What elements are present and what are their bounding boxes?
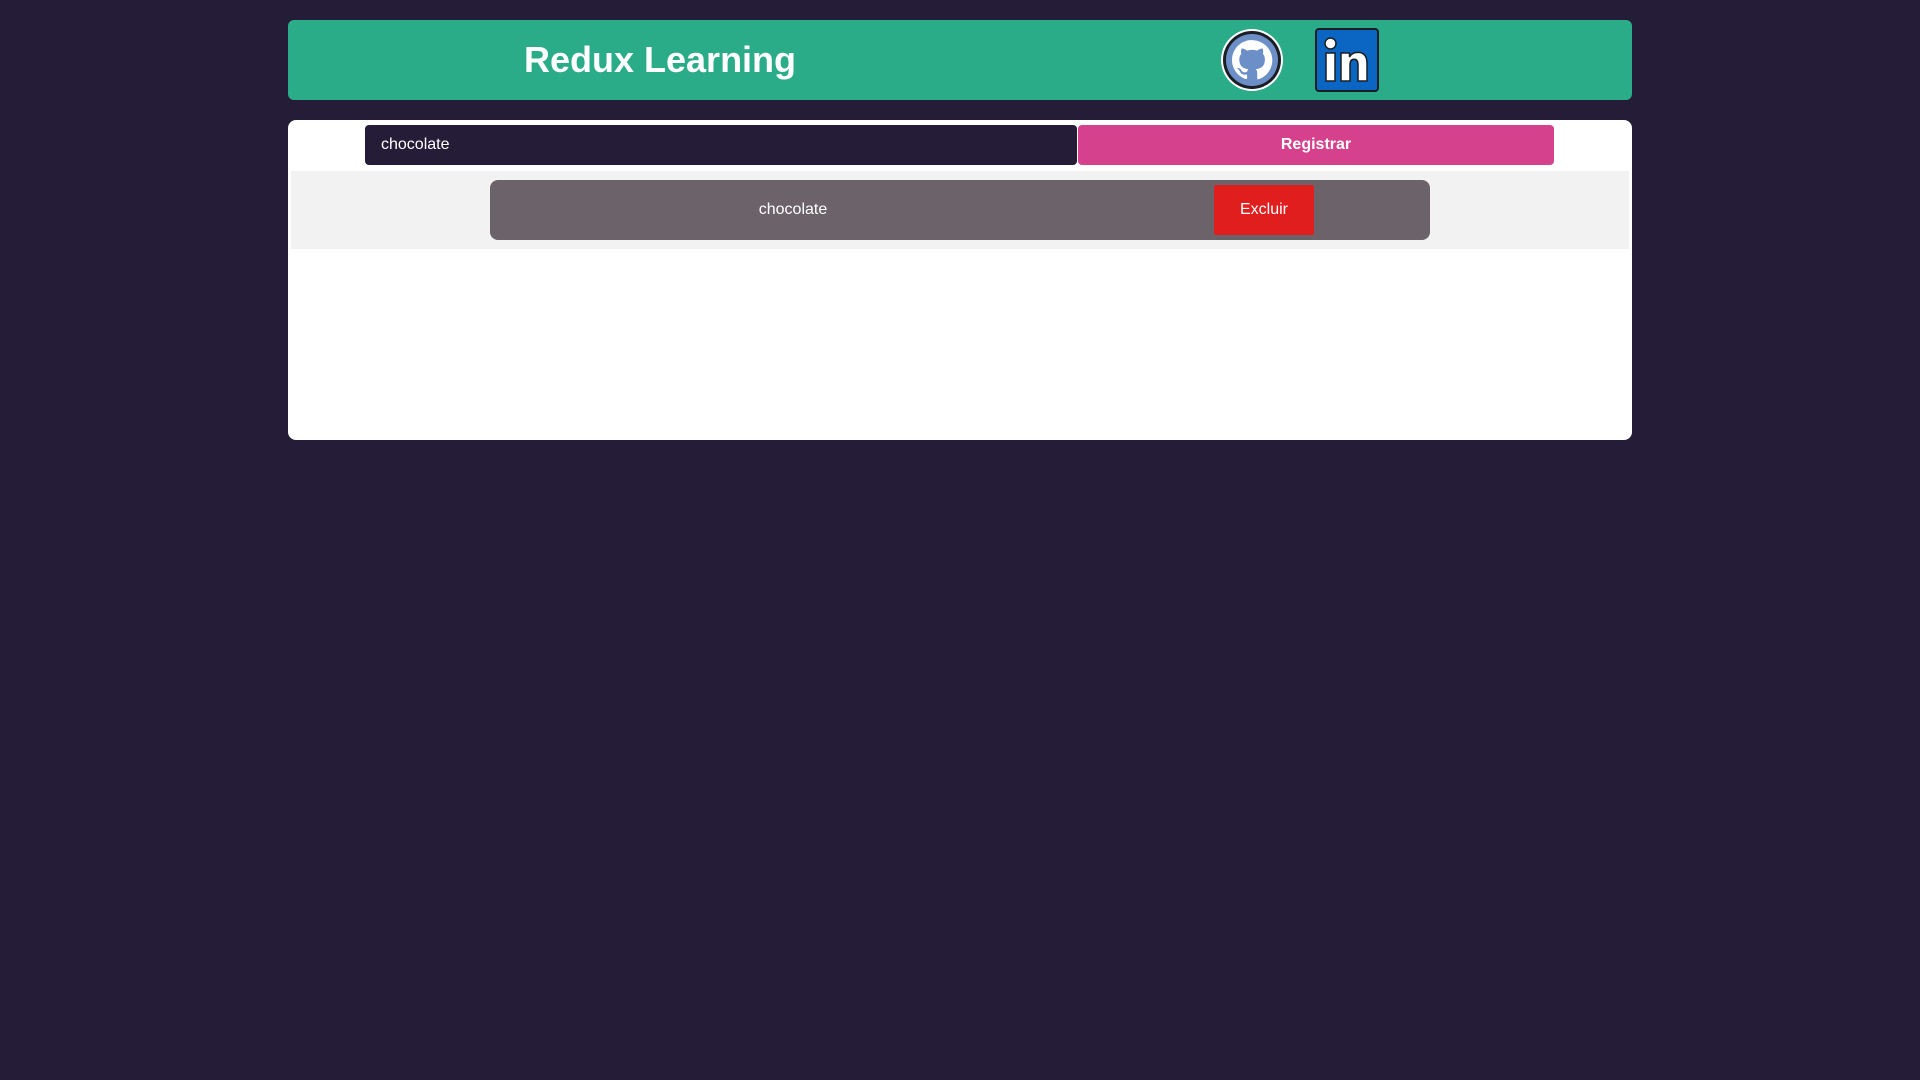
app-header: Redux Learning xyxy=(288,20,1632,100)
main-panel: Registrar chocolate Excluir xyxy=(288,120,1632,440)
list-item-text: chocolate xyxy=(758,201,828,218)
item-list: chocolate Excluir xyxy=(291,171,1629,249)
github-link[interactable] xyxy=(1220,28,1284,92)
linkedin-link[interactable] xyxy=(1315,28,1379,92)
item-input[interactable] xyxy=(365,125,1077,165)
linkedin-icon xyxy=(1315,28,1379,92)
app-title: Redux Learning xyxy=(524,39,797,80)
add-item-form: Registrar xyxy=(365,125,1554,165)
register-button[interactable]: Registrar xyxy=(1078,125,1554,165)
github-icon xyxy=(1221,29,1283,91)
list-item: chocolate Excluir xyxy=(490,180,1430,240)
delete-button[interactable]: Excluir xyxy=(1214,185,1314,235)
